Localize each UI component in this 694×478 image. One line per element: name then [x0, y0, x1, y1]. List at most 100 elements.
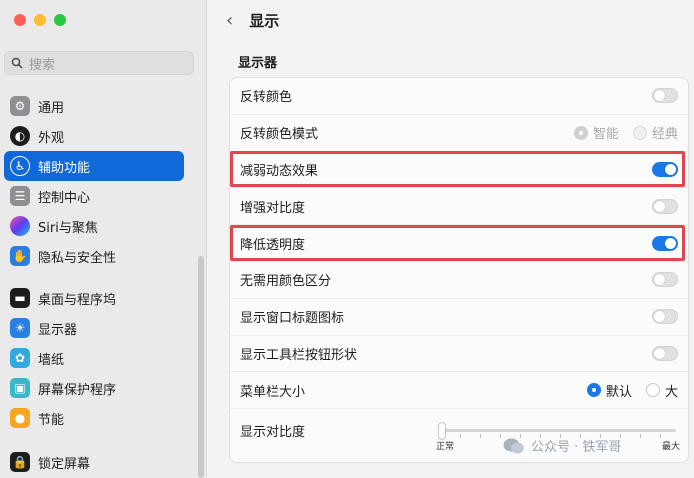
radio-default[interactable]: 默认 [586, 381, 632, 400]
increase-contrast-toggle[interactable] [652, 198, 678, 214]
accessibility-icon: ♿ [10, 156, 30, 176]
row-reduce-motion: 减弱动态效果 [230, 152, 688, 189]
invert-mode-radios: 智能 经典 [573, 123, 678, 143]
sidebar-item-label: 墙纸 [38, 352, 65, 368]
header: ‹ 显示 [226, 10, 279, 31]
row-label: 反转颜色模式 [240, 127, 319, 143]
sidebar: 搜索 ⚙ 通用 ◐ 外观 ♿ 辅助功能 ☰ 控制中心 Siri与聚焦 ✋ 隐私与… [0, 0, 207, 478]
sidebar-item-displays[interactable]: ☀ 显示器 [4, 313, 184, 343]
gear-icon: ⚙ [10, 96, 30, 116]
radio-label: 经典 [651, 127, 678, 143]
row-label: 显示工具栏按钮形状 [240, 347, 358, 363]
zoom-button[interactable] [54, 14, 66, 26]
lock-icon: 🔒 [10, 452, 30, 472]
watermark-text: 公众号 · 铁军哥 [531, 440, 622, 455]
watermark: 公众号 · 铁军哥 [503, 436, 621, 455]
control-center-icon: ☰ [10, 186, 30, 206]
sidebar-item-lock-screen[interactable]: 🔒 锁定屏幕 [4, 447, 184, 477]
sidebar-item-energy[interactable]: ● 节能 [4, 403, 184, 433]
sidebar-item-wallpaper[interactable]: ✿ 墙纸 [4, 343, 184, 373]
radio-large[interactable]: 大 [645, 381, 678, 400]
window-controls [14, 14, 66, 26]
row-differentiate-without-color: 无需用颜色区分 [230, 262, 688, 299]
radio-dot [573, 125, 588, 140]
radio-label: 默认 [605, 384, 632, 400]
row-label: 无需用颜色区分 [240, 274, 332, 290]
sidebar-item-label: 显示器 [38, 322, 78, 338]
sidebar-item-label: 隐私与安全性 [38, 250, 117, 266]
row-toolbar-button-shapes: 显示工具栏按钮形状 [230, 336, 688, 373]
menu-bar-size-radios: 默认 大 [586, 381, 678, 400]
sidebar-item-label: 控制中心 [38, 190, 91, 206]
row-label: 反转颜色 [240, 90, 293, 106]
radio-dot [632, 125, 647, 140]
radio-classic[interactable]: 经典 [632, 123, 678, 143]
slider-tick [500, 434, 501, 439]
sidebar-item-siri[interactable]: Siri与聚焦 [4, 211, 184, 241]
sidebar-item-label: 锁定屏幕 [38, 456, 91, 472]
slider-tick [480, 434, 481, 439]
search-placeholder: 搜索 [29, 57, 56, 73]
search-icon [11, 57, 23, 69]
sidebar-item-label: 外观 [38, 130, 65, 146]
row-label: 显示窗口标题图标 [240, 311, 345, 327]
sidebar-item-dock[interactable]: ▬ 桌面与程序坞 [4, 283, 184, 313]
settings-panel: 反转颜色 反转颜色模式 智能 经典 减弱动态效果 增强对比度 降低透明度 无需用… [229, 77, 689, 463]
slider-min-label: 正常 [436, 442, 455, 453]
row-invert-mode: 反转颜色模式 智能 经典 [230, 115, 688, 152]
dock-icon: ▬ [10, 288, 30, 308]
row-window-title-icons: 显示窗口标题图标 [230, 299, 688, 336]
row-label: 减弱动态效果 [240, 163, 319, 179]
sidebar-group-1: ⚙ 通用 ◐ 外观 ♿ 辅助功能 ☰ 控制中心 Siri与聚焦 ✋ 隐私与安全性 [4, 91, 184, 271]
sidebar-item-label: Siri与聚焦 [38, 220, 98, 236]
sidebar-item-label: 辅助功能 [38, 160, 91, 176]
slider-knob[interactable] [438, 422, 446, 441]
row-label: 增强对比度 [240, 200, 306, 216]
sidebar-item-privacy[interactable]: ✋ 隐私与安全性 [4, 241, 184, 271]
radio-dot [586, 383, 601, 398]
bulb-icon: ● [10, 408, 30, 428]
sidebar-item-label: 节能 [38, 412, 65, 428]
hand-icon: ✋ [10, 246, 30, 266]
appearance-icon: ◐ [10, 126, 30, 146]
sidebar-item-appearance[interactable]: ◐ 外观 [4, 121, 184, 151]
sidebar-group-3: 🔒 锁定屏幕 [4, 447, 184, 477]
screensaver-icon: ▣ [10, 378, 30, 398]
sidebar-item-screensaver[interactable]: ▣ 屏幕保护程序 [4, 373, 184, 403]
radio-dot [645, 383, 660, 398]
page-title: 显示 [249, 12, 280, 30]
reduce-motion-toggle[interactable] [652, 161, 678, 177]
sidebar-scrollbar[interactable] [198, 256, 204, 478]
slider-tick [640, 434, 641, 439]
search-input[interactable]: 搜索 [4, 51, 194, 75]
minimize-button[interactable] [34, 14, 46, 26]
slider-track [440, 429, 676, 433]
back-chevron-icon[interactable]: ‹ [226, 10, 233, 31]
radio-label: 大 [664, 384, 678, 400]
main-pane: ‹ 显示 显示器 反转颜色 反转颜色模式 智能 经典 减弱动态效果 增强对比度 … [208, 0, 694, 478]
sidebar-item-label: 通用 [38, 100, 65, 116]
row-label: 降低透明度 [240, 237, 306, 253]
radio-smart[interactable]: 智能 [573, 123, 619, 143]
sidebar-item-accessibility[interactable]: ♿ 辅助功能 [4, 151, 184, 181]
radio-label: 智能 [592, 127, 619, 143]
row-invert-colors: 反转颜色 [230, 78, 688, 115]
sidebar-item-label: 桌面与程序坞 [38, 292, 117, 308]
invert-colors-toggle[interactable] [652, 88, 678, 104]
wallpaper-icon: ✿ [10, 348, 30, 368]
sidebar-group-2: ▬ 桌面与程序坞 ☀ 显示器 ✿ 墙纸 ▣ 屏幕保护程序 ● 节能 [4, 283, 184, 433]
slider-tick [460, 434, 461, 439]
sidebar-item-control-center[interactable]: ☰ 控制中心 [4, 181, 184, 211]
row-label: 菜单栏大小 [240, 384, 306, 400]
row-label: 显示对比度 [240, 425, 306, 441]
reduce-transparency-toggle[interactable] [652, 235, 678, 251]
close-button[interactable] [14, 14, 26, 26]
toolbar-button-shapes-toggle[interactable] [652, 345, 678, 361]
row-reduce-transparency: 降低透明度 [230, 225, 688, 262]
wechat-icon [503, 438, 524, 453]
window-title-icons-toggle[interactable] [652, 309, 678, 325]
differentiate-toggle[interactable] [652, 272, 678, 288]
sidebar-item-general[interactable]: ⚙ 通用 [4, 91, 184, 121]
siri-icon [10, 216, 30, 236]
row-menu-bar-size: 菜单栏大小 默认 大 [230, 372, 688, 410]
